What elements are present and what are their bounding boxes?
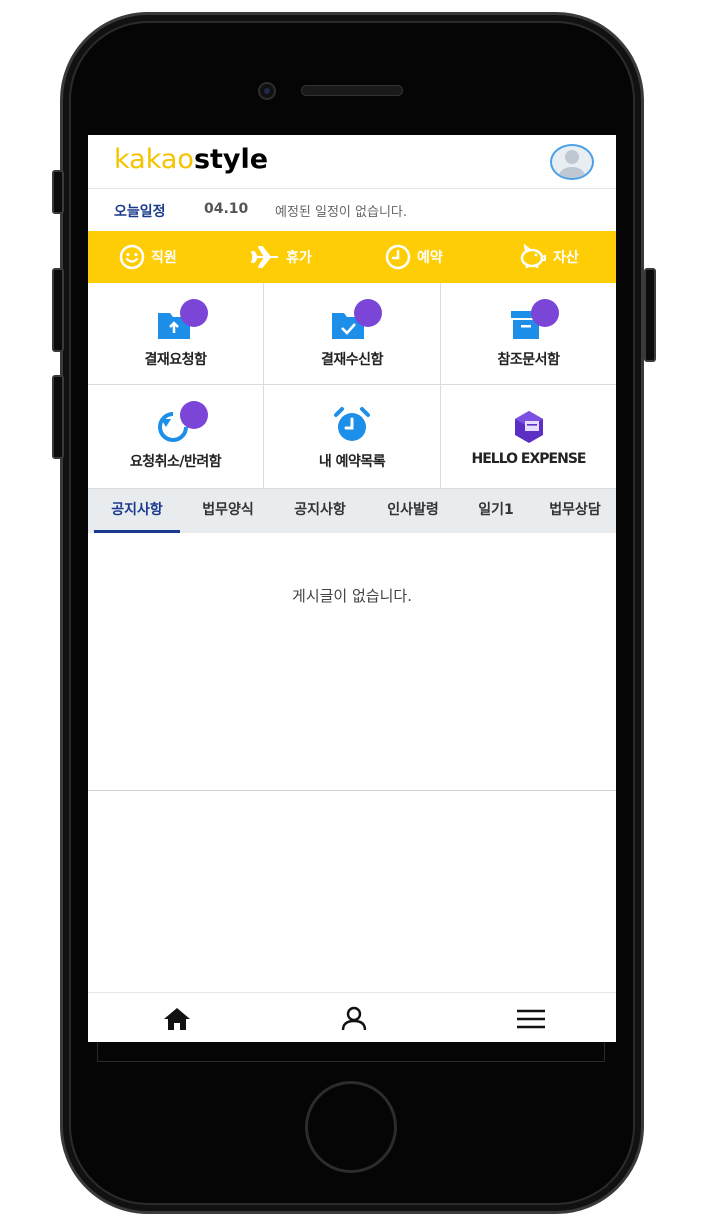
kakaostyle-logo[interactable]: kakaostyle xyxy=(114,144,268,176)
tab-legal-forms[interactable]: 법무양식 xyxy=(186,489,270,533)
grid-item-label: 내 예약목록 xyxy=(318,454,386,470)
nav-home-button[interactable] xyxy=(157,1003,197,1035)
grid-item-label: 결재수신함 xyxy=(321,352,383,368)
user-icon xyxy=(341,1006,367,1031)
hello-expense-logo-icon xyxy=(499,397,559,445)
grid-item-approval-request[interactable]: 결재요청함 xyxy=(88,283,264,385)
grid-item-label: 요청취소/반려함 xyxy=(129,454,222,470)
quick-employees-label: 직원 xyxy=(151,250,177,266)
quick-menu-bar: 직원 휴가 예약 자산 xyxy=(88,231,616,283)
user-silhouette-icon xyxy=(559,150,585,178)
piggy-bank-icon xyxy=(520,244,546,268)
schedule-message: 예정된 일정이 없습니다. xyxy=(275,205,407,220)
archive-box-icon xyxy=(499,295,559,343)
grid-item-approval-inbox[interactable]: 결재수신함 xyxy=(264,283,441,385)
grid-item-label: HELLO EXPENSE xyxy=(471,451,587,467)
grid-item-label: 결재요청함 xyxy=(144,352,207,368)
smile-icon xyxy=(119,244,145,270)
tab-personnel[interactable]: 인사발령 xyxy=(371,489,455,533)
tab-legal-consult[interactable]: 법무상담 xyxy=(536,489,614,533)
undo-circle-icon xyxy=(146,397,208,445)
tab-notice[interactable]: 공지사항 xyxy=(94,489,180,533)
power-button xyxy=(644,268,656,362)
quick-reservation-button[interactable]: 예약 xyxy=(385,231,443,283)
quick-vacation-button[interactable]: 휴가 xyxy=(250,231,312,283)
grid-item-reference-docs[interactable]: 참조문서함 xyxy=(441,283,616,385)
tab-diary[interactable]: 일기1 xyxy=(464,489,528,533)
quick-vacation-label: 휴가 xyxy=(286,250,312,266)
clock-icon xyxy=(385,244,411,270)
tab-notice-2[interactable]: 공지사항 xyxy=(278,489,362,533)
grid-item-label: 참조문서함 xyxy=(497,352,560,368)
bottom-navigation xyxy=(88,992,616,1042)
board-content: 게시글이 없습니다. xyxy=(88,533,616,791)
nav-profile-button[interactable] xyxy=(334,1003,374,1035)
schedule-label: 오늘일정 xyxy=(114,204,166,220)
folder-check-icon xyxy=(322,295,382,343)
grid-item-cancel-reject[interactable]: 요청취소/반려함 xyxy=(88,385,264,489)
empty-message: 게시글이 없습니다. xyxy=(292,587,412,605)
logo-kakao-text: kakao xyxy=(114,144,194,175)
app-header: kakaostyle xyxy=(88,135,616,189)
screen-bezel-edge xyxy=(97,1042,605,1062)
home-button[interactable] xyxy=(305,1081,397,1173)
board-tabs: 공지사항 법무양식 공지사항 인사발령 일기1 법무상담 xyxy=(88,489,616,533)
speaker-grille xyxy=(301,85,403,96)
app-screen: kakaostyle 오늘일정 04.10 예정된 일정이 없습니다. 직원 휴… xyxy=(88,135,616,1042)
profile-avatar[interactable] xyxy=(550,144,594,180)
grid-item-my-reservations[interactable]: 내 예약목록 xyxy=(264,385,441,489)
front-camera xyxy=(258,82,276,100)
volume-up-button xyxy=(52,268,64,352)
quick-employees-button[interactable]: 직원 xyxy=(119,231,177,283)
quick-reservation-label: 예약 xyxy=(417,250,443,266)
schedule-date: 04.10 xyxy=(204,201,249,217)
quick-assets-label: 자산 xyxy=(553,250,579,266)
menu-icon xyxy=(517,1009,545,1029)
home-icon xyxy=(164,1008,190,1030)
grid-item-hello-expense[interactable]: HELLO EXPENSE xyxy=(441,385,616,489)
today-schedule-bar[interactable]: 오늘일정 04.10 예정된 일정이 없습니다. xyxy=(88,189,616,231)
alarm-clock-icon xyxy=(322,397,382,445)
volume-down-button xyxy=(52,375,64,459)
approval-grid: 결재요청함 결재수신함 참조문서함 요청취소/반려함 내 예약목록 HELLO … xyxy=(88,283,616,489)
folder-upload-icon xyxy=(146,295,208,343)
airplane-icon xyxy=(251,246,278,268)
mute-switch xyxy=(52,170,64,214)
nav-menu-button[interactable] xyxy=(511,1003,551,1035)
logo-style-text: style xyxy=(193,144,269,175)
quick-assets-button[interactable]: 자산 xyxy=(517,231,579,283)
